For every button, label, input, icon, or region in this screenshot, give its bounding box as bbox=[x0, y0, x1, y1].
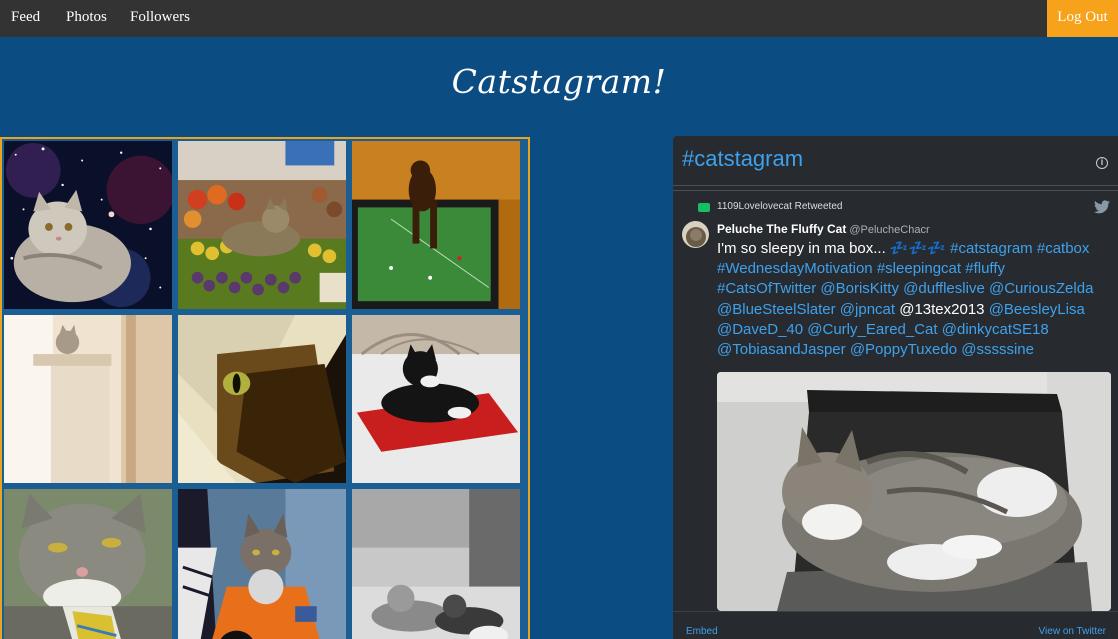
photo-grid bbox=[0, 137, 530, 639]
author-name[interactable]: Peluche The Fluffy Cat bbox=[717, 222, 846, 236]
tweet-link[interactable]: #catstagram bbox=[950, 240, 1033, 257]
tweet-text-segment: @13tex2013 bbox=[895, 300, 989, 318]
tweet-link[interactable]: @DaveD_40 bbox=[717, 321, 803, 338]
tweet-link[interactable]: @duffleslive bbox=[903, 280, 985, 297]
divider bbox=[673, 190, 1118, 191]
embed-link[interactable]: Embed bbox=[686, 626, 718, 637]
photo-kittens-bw[interactable] bbox=[350, 487, 522, 639]
nav-followers[interactable]: Followers bbox=[130, 0, 190, 37]
retweet-label[interactable]: 1109Lovelovecat Retweeted bbox=[717, 201, 842, 212]
photo-cat-eye-peek[interactable] bbox=[176, 313, 348, 485]
tweet-link[interactable]: #fluffy bbox=[965, 260, 1005, 277]
top-navbar: Feed Photos Followers Log Out bbox=[0, 0, 1118, 37]
nav-photos[interactable]: Photos bbox=[66, 0, 107, 37]
view-on-twitter-link[interactable]: View on Twitter bbox=[1039, 626, 1106, 637]
photo-astronaut-cat[interactable] bbox=[176, 487, 348, 639]
tweet-link[interactable]: @CuriousZelda bbox=[989, 280, 1093, 297]
info-icon[interactable]: i bbox=[1096, 157, 1108, 169]
photo-cat-fruit-stand[interactable] bbox=[176, 139, 348, 311]
photo-cat-on-tv[interactable] bbox=[350, 139, 522, 311]
twitter-widget: #catstagram i 1109Lovelovecat Retweeted … bbox=[673, 136, 1118, 639]
tweet-link[interactable]: #WednesdayMotivation bbox=[717, 260, 873, 277]
widget-footer: Embed View on Twitter bbox=[673, 611, 1118, 639]
tweet-link[interactable]: @dinkycatSE18 bbox=[942, 321, 1049, 338]
tweet-text-segment: I'm so sleepy in ma box... 💤💤💤 bbox=[717, 240, 951, 257]
tweet-link[interactable]: @BlueSteelSlater bbox=[717, 301, 836, 318]
widget-title[interactable]: #catstagram bbox=[682, 146, 803, 172]
twitter-bird-icon[interactable] bbox=[1094, 200, 1110, 214]
tweet-link[interactable]: @Curly_Eared_Cat bbox=[807, 321, 937, 338]
photo-cat-tree[interactable] bbox=[2, 313, 174, 485]
tweet-link[interactable]: #CatsOfTwitter bbox=[717, 280, 816, 297]
author-handle[interactable]: @PelucheChacr bbox=[849, 224, 929, 236]
tweet-link[interactable]: #sleepingcat bbox=[877, 260, 961, 277]
tweet-link[interactable]: @TobiasandJasper bbox=[717, 341, 846, 358]
logout-button[interactable]: Log Out bbox=[1047, 0, 1118, 37]
tweet-link[interactable]: @PoppyTuxedo bbox=[850, 341, 957, 358]
tweet-link[interactable]: @sssssine bbox=[961, 341, 1034, 358]
photo-cat-box-red[interactable] bbox=[350, 313, 522, 485]
tweet-text: I'm so sleepy in ma box... 💤💤💤 #catstagr… bbox=[717, 239, 1102, 360]
nav-feed[interactable]: Feed bbox=[11, 0, 40, 37]
tweet-link[interactable]: #catbox bbox=[1037, 240, 1090, 257]
tweet-photo-cat-in-box[interactable] bbox=[717, 372, 1111, 611]
tweet-link[interactable]: @jpncat bbox=[840, 301, 895, 318]
widget-header: #catstagram i bbox=[673, 136, 1118, 186]
retweet-icon bbox=[698, 203, 710, 212]
tweet-author[interactable]: Peluche The Fluffy Cat @PelucheChacr bbox=[717, 222, 930, 236]
site-title: Catstagram! bbox=[451, 62, 667, 101]
photo-cat-space[interactable] bbox=[2, 139, 174, 311]
photo-cat-tie[interactable] bbox=[2, 487, 174, 639]
author-avatar[interactable] bbox=[682, 221, 709, 248]
tweet-link[interactable]: @BorisKitty bbox=[820, 280, 899, 297]
tweet-link[interactable]: @BeesleyLisa bbox=[989, 301, 1085, 318]
